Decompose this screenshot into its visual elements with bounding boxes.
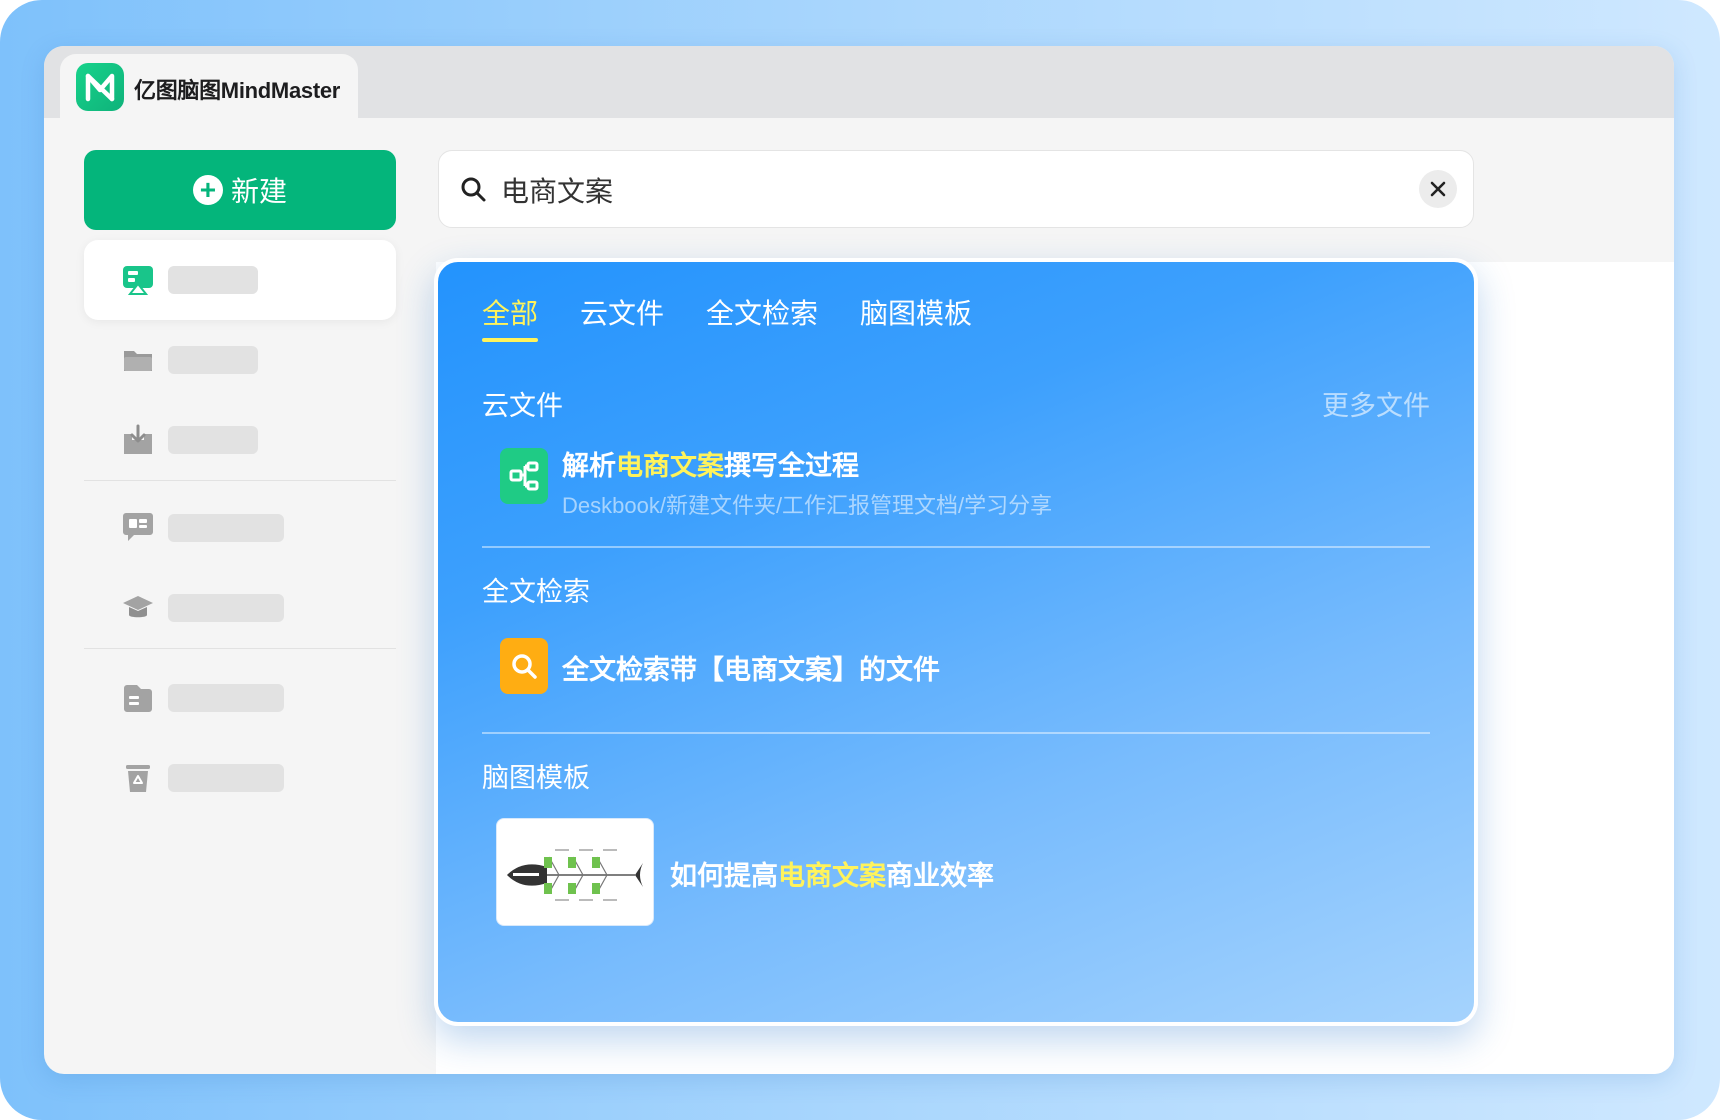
mindmap-file-icon [500, 448, 548, 504]
sidebar-item-label-placeholder [168, 426, 258, 454]
document-icon [124, 685, 152, 712]
fulltext-search-result[interactable]: 全文检索带【电商文案】的文件 [482, 638, 1430, 698]
app-tab[interactable]: 亿图脑图MindMaster [60, 54, 358, 120]
cloud-files-section-title: 云文件 [482, 391, 563, 421]
sidebar-item-learning[interactable] [84, 568, 396, 648]
window-tab-strip: 亿图脑图MindMaster [44, 46, 1674, 120]
keyword-highlight: 电商文案 [616, 451, 724, 481]
templates-section-title: 脑图模板 [482, 763, 590, 793]
sidebar-item-files[interactable] [84, 320, 396, 400]
graduation-cap-icon [123, 596, 153, 618]
cloud-file-path: Deskbook/新建文件夹/工作汇报管理文档/学习分享 [562, 493, 1053, 518]
sidebar-item-templates[interactable] [84, 658, 396, 738]
sidebar-item-label-placeholder [168, 684, 284, 712]
sidebar-divider [84, 480, 396, 481]
fulltext-section-title: 全文检索 [482, 577, 590, 607]
search-results-panel: 全部 云文件 全文检索 脑图模板 云文件 更多文件 解析电商文案撰写全过程 De [434, 258, 1478, 1026]
sidebar-item-downloads[interactable] [84, 400, 396, 480]
screen-background: 亿图脑图MindMaster + 新建 电商文案 全部 云文件 全文检索 脑图模… [0, 0, 1720, 1120]
sidebar-item-label-placeholder [168, 346, 258, 374]
close-icon [1430, 181, 1446, 197]
cloud-file-title: 解析电商文案撰写全过程 [562, 451, 859, 481]
plus-icon: + [192, 175, 223, 205]
sidebar-divider [84, 648, 396, 649]
new-button[interactable]: + 新建 [84, 150, 396, 230]
search-input[interactable] [499, 165, 1383, 215]
download-icon [124, 424, 152, 454]
fishbone-template-thumbnail [496, 818, 654, 926]
sidebar-item-label-placeholder [168, 514, 284, 542]
recent-mindmap-icon [123, 266, 153, 295]
sidebar-item-recycle-bin[interactable] [84, 738, 396, 818]
chat-bubble-icon [123, 513, 153, 541]
more-files-link[interactable]: 更多文件 [1322, 384, 1430, 423]
section-divider [482, 546, 1430, 548]
sidebar-item-label-placeholder [168, 764, 284, 792]
search-icon [461, 177, 486, 202]
mindmaster-logo-icon [76, 63, 124, 111]
fulltext-search-icon [500, 638, 548, 694]
tab-all[interactable]: 全部 [482, 292, 539, 342]
template-title: 如何提高电商文案商业效率 [670, 861, 994, 891]
folder-icon [124, 351, 152, 371]
sidebar-item-label-placeholder [168, 266, 258, 294]
template-result[interactable]: 如何提高电商文案商业效率 [482, 818, 1430, 928]
tab-mindmap-templates[interactable]: 脑图模板 [860, 292, 972, 342]
new-button-label: 新建 [230, 176, 287, 207]
tab-fulltext-search[interactable]: 全文检索 [706, 292, 818, 342]
tab-cloud-files[interactable]: 云文件 [580, 292, 664, 342]
section-divider [482, 732, 1430, 734]
app-window: 亿图脑图MindMaster + 新建 电商文案 全部 云文件 全文检索 脑图模… [44, 46, 1674, 1074]
fulltext-result-text: 全文检索带【电商文案】的文件 [562, 655, 940, 685]
trash-icon [126, 765, 150, 792]
keyword-highlight: 电商文案 [778, 861, 886, 891]
sidebar-item-label-placeholder [168, 594, 284, 622]
search-box[interactable] [438, 150, 1474, 228]
sidebar-item-community[interactable] [84, 488, 396, 568]
sidebar-item-recent[interactable] [84, 240, 396, 320]
cloud-file-result[interactable]: 解析电商文案撰写全过程 Deskbook/新建文件夹/工作汇报管理文档/学习分享 [482, 444, 1430, 524]
app-title: 亿图脑图MindMaster [134, 78, 341, 103]
results-tabs: 全部 云文件 全文检索 脑图模板 [482, 292, 1014, 342]
clear-search-button[interactable] [1419, 170, 1457, 208]
